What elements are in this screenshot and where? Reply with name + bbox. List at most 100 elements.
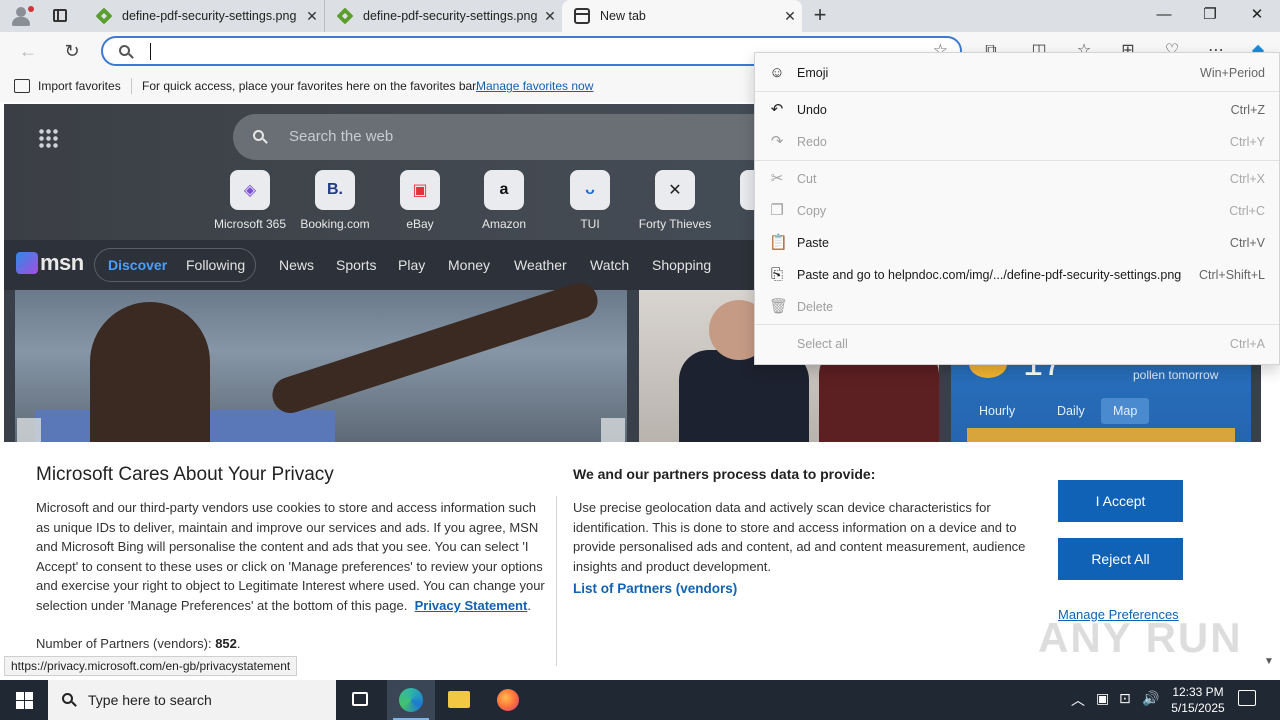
nav-discover[interactable]: Discover <box>108 257 167 273</box>
profile-avatar-icon[interactable] <box>8 4 34 28</box>
msn-logo[interactable]: msn <box>16 250 84 276</box>
helpndoc-icon <box>336 7 354 25</box>
quick-link[interactable]: B. Booking.com <box>293 170 377 231</box>
ctx-undo-item[interactable]: ↶ Undo Ctrl+Z <box>755 95 1279 125</box>
quick-link-label: eBay <box>406 217 434 231</box>
tab-new-tab[interactable]: New tab ✕ <box>562 0 802 32</box>
ctx-paste-item[interactable]: 📋 Paste Ctrl+V <box>755 228 1279 258</box>
ctx-item-shortcut: Ctrl+Y <box>1229 135 1265 149</box>
firefox-icon[interactable] <box>484 680 532 720</box>
system-clock[interactable]: 12:33 PM 5/15/2025 <box>1160 684 1236 716</box>
quick-link-tile-icon: ✕ <box>655 170 695 210</box>
text-caret <box>150 43 151 60</box>
process-body: Use precise geolocation data and activel… <box>573 500 1026 574</box>
app-launcher-icon[interactable] <box>38 128 58 148</box>
search-icon <box>253 130 268 144</box>
blank-icon <box>769 336 785 352</box>
minimize-icon[interactable]: — <box>1141 0 1187 32</box>
ctx-item-shortcut: Ctrl+C <box>1229 204 1265 218</box>
ctx-select-all-item[interactable]: Select all Ctrl+A <box>755 329 1279 359</box>
nav-money[interactable]: Money <box>448 257 490 273</box>
carousel-next-icon[interactable] <box>601 418 625 442</box>
helpndoc-icon <box>95 7 113 25</box>
privacy-statement-link[interactable]: Privacy Statement <box>415 598 528 613</box>
ctx-cut-item[interactable]: ✂ Cut Ctrl+X <box>755 164 1279 194</box>
quick-link-label: Forty Thieves <box>638 217 712 231</box>
quick-link[interactable]: ᴗ TUI <box>548 170 632 231</box>
quick-link-tile-icon: ᴗ <box>570 170 610 210</box>
show-hidden-icons-icon[interactable]: ︿ <box>1071 690 1085 710</box>
import-favorites-button[interactable]: Import favorites <box>38 79 121 93</box>
weather-tab-map[interactable]: Map <box>1101 398 1150 424</box>
windows-taskbar: Type here to search ︿ ▣ ⊡ 🔊 12:33 PM 5/1… <box>0 680 1280 720</box>
paste-icon: 📋 <box>769 234 788 251</box>
ctx-emoji-item[interactable]: ☺ Emoji Win+Period <box>755 58 1279 88</box>
quick-link[interactable]: a Amazon <box>462 170 546 231</box>
refresh-icon[interactable]: ↻ <box>61 40 83 62</box>
network-icon[interactable]: ⊡ <box>1119 690 1131 707</box>
back-arrow-icon[interactable]: ← <box>17 40 39 62</box>
weather-pollen-text: pollen tomorrow <box>1133 368 1219 382</box>
nav-shopping[interactable]: Shopping <box>652 257 711 273</box>
nav-play[interactable]: Play <box>398 257 425 273</box>
scroll-down-arrow-icon[interactable]: ▼ <box>1262 656 1276 670</box>
notifications-icon[interactable] <box>1238 690 1256 706</box>
anyrun-watermark: ANY RUN <box>1038 614 1243 661</box>
web-search-box[interactable]: Search the web <box>233 114 793 160</box>
tab-actions-icon[interactable] <box>50 7 70 25</box>
file-explorer-icon[interactable] <box>435 680 483 720</box>
nav-watch[interactable]: Watch <box>590 257 629 273</box>
ctx-item-shortcut: Ctrl+Shift+L <box>1198 268 1265 282</box>
close-tab-icon[interactable]: ✕ <box>538 8 562 25</box>
privacy-title: Microsoft Cares About Your Privacy <box>36 464 334 485</box>
menu-separator <box>755 91 1279 92</box>
nav-news[interactable]: News <box>279 257 314 273</box>
edge-taskbar-icon[interactable] <box>387 680 435 720</box>
manage-favorites-link[interactable]: Manage favorites now <box>476 79 593 93</box>
list-of-partners-link[interactable]: List of Partners (vendors) <box>573 581 737 596</box>
new-tab-plus-icon[interactable]: + <box>808 4 832 28</box>
nav-following[interactable]: Following <box>186 257 245 273</box>
ctx-delete-item[interactable]: 🗑 Delete <box>755 292 1279 322</box>
ctx-copy-item[interactable]: ❐ Copy Ctrl+C <box>755 196 1279 226</box>
windows-start-icon[interactable] <box>0 680 48 720</box>
close-tab-icon[interactable]: ✕ <box>778 8 802 25</box>
partners-count: Number of Partners (vendors): 852. <box>36 636 241 651</box>
close-window-icon[interactable]: ✕ <box>1234 0 1280 32</box>
undo-icon: ↶ <box>770 101 784 118</box>
ctx-item-label: Paste <box>797 236 829 250</box>
ctx-item-shortcut: Win+Period <box>1200 66 1265 80</box>
hero-story-image[interactable] <box>15 278 627 452</box>
ctx-redo-item[interactable]: ↷ Redo Ctrl+Y <box>755 127 1279 157</box>
ctx-item-label: Cut <box>797 172 817 186</box>
device-icon[interactable]: ▣ <box>1096 690 1109 707</box>
restore-icon[interactable]: ❐ <box>1187 0 1233 32</box>
quick-link-tile-icon: ◈ <box>230 170 270 210</box>
taskbar-search-box[interactable]: Type here to search <box>48 680 336 720</box>
accept-button[interactable]: I Accept <box>1058 480 1183 522</box>
volume-icon[interactable]: 🔊 <box>1142 690 1159 707</box>
ctx-item-label: Copy <box>797 204 827 218</box>
ctx-paste-and-go-item[interactable]: ⎘ Paste and go to helpndoc.com/img/.../de… <box>755 260 1279 290</box>
tab-define-pdf-2[interactable]: define-pdf-security-settings.png ✕ <box>324 0 562 32</box>
import-favorites-icon <box>14 79 30 93</box>
msn-butterfly-icon <box>16 252 38 274</box>
tab-title: define-pdf-security-settings.png <box>363 9 538 23</box>
reject-all-button[interactable]: Reject All <box>1058 538 1183 580</box>
quick-link[interactable]: ▣ eBay <box>378 170 462 231</box>
quick-link-label: Amazon <box>481 217 527 231</box>
ctx-item-label: Redo <box>797 135 827 149</box>
nav-weather[interactable]: Weather <box>514 257 567 273</box>
task-view-icon[interactable] <box>336 680 384 720</box>
weather-tab-daily[interactable]: Daily <box>1045 398 1097 424</box>
weather-tab-hourly[interactable]: Hourly <box>967 398 1027 424</box>
ctx-item-label: Delete <box>797 300 834 314</box>
nav-sports[interactable]: Sports <box>336 257 376 273</box>
carousel-prev-icon[interactable] <box>17 418 41 442</box>
close-tab-icon[interactable]: ✕ <box>300 8 324 25</box>
privacy-body: Microsoft and our third-party vendors us… <box>36 500 545 613</box>
tab-define-pdf-1[interactable]: define-pdf-security-settings.png ✕ <box>84 0 324 32</box>
quick-link[interactable]: ✕ Forty Thieves <box>633 170 717 231</box>
address-context-menu: ☺ Emoji Win+Period ↶ Undo Ctrl+Z ↷ Redo Ctrl+Y ✂ C… <box>754 52 1280 365</box>
quick-link[interactable]: ◈ Microsoft 365 <box>208 170 292 231</box>
